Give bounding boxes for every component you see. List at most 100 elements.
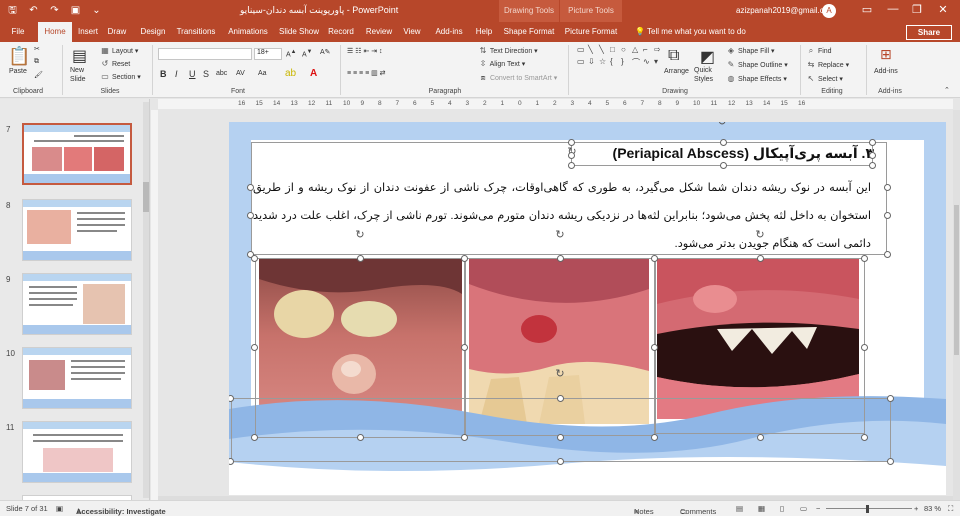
thumbnail-slide-8[interactable]: [22, 199, 132, 261]
tab-transitions[interactable]: Transitions: [174, 22, 218, 42]
slide-sorter-icon[interactable]: ▦: [758, 504, 765, 513]
font-size-input[interactable]: 18+: [254, 48, 282, 60]
more-qat-icon[interactable]: ⌄: [90, 4, 103, 17]
resize-handle[interactable]: [247, 184, 254, 191]
underline-button[interactable]: U: [189, 69, 196, 79]
resize-handle[interactable]: [869, 139, 876, 146]
resize-handle[interactable]: [357, 434, 364, 441]
rect-shape-icon[interactable]: □: [610, 45, 621, 57]
resize-handle[interactable]: [651, 255, 658, 262]
grow-font-icon[interactable]: A▲: [286, 49, 296, 58]
wave-selection[interactable]: [231, 398, 891, 462]
quick-styles-button[interactable]: Quick Styles: [694, 66, 722, 84]
tell-me-box[interactable]: 💡 Tell me what you want to do: [635, 22, 746, 42]
bracket-shape-icon[interactable]: }: [621, 57, 632, 69]
rect-shape-icon[interactable]: ▭: [577, 57, 588, 69]
reset-button[interactable]: ↺ Reset: [100, 59, 131, 69]
resize-handle[interactable]: [861, 255, 868, 262]
thumbnail-slide-7[interactable]: [22, 123, 132, 185]
canvas-vertical-scrollbar[interactable]: [953, 110, 960, 500]
tab-record[interactable]: Record: [326, 22, 356, 42]
resize-handle[interactable]: [557, 458, 564, 465]
resize-handle[interactable]: [757, 434, 764, 441]
scroll-thumb[interactable]: [143, 182, 149, 212]
font-name-input[interactable]: [158, 48, 252, 60]
resize-handle[interactable]: [887, 395, 894, 402]
start-slideshow-icon[interactable]: ▣: [69, 4, 82, 17]
text-direction-button[interactable]: ⇅ Text Direction ▾: [478, 46, 538, 56]
restore-button[interactable]: ❐: [908, 3, 926, 16]
bold-button[interactable]: B: [160, 69, 167, 79]
line-shape-icon[interactable]: ⌐: [643, 45, 654, 57]
tab-home[interactable]: Home: [38, 22, 72, 42]
zoom-slider[interactable]: [826, 508, 912, 509]
shape-fill-button[interactable]: ◈ Shape Fill ▾: [726, 46, 775, 56]
fit-slide-icon[interactable]: ⛶: [948, 504, 953, 514]
change-case-button[interactable]: Aa: [258, 70, 267, 77]
resize-handle[interactable]: [247, 212, 254, 219]
tab-design[interactable]: Design: [138, 22, 168, 42]
star-shape-icon[interactable]: ☆: [599, 57, 610, 69]
bracket-shape-icon[interactable]: {: [610, 57, 621, 69]
oval-shape-icon[interactable]: ○: [621, 45, 632, 57]
tab-slide-show[interactable]: Slide Show: [277, 22, 321, 42]
arrow-shape-icon[interactable]: ⇩: [588, 57, 599, 69]
resize-handle[interactable]: [884, 184, 891, 191]
thumbnails-scrollbar[interactable]: [143, 102, 149, 498]
curve-shape-icon[interactable]: ∿: [643, 57, 654, 69]
quick-styles-icon[interactable]: ◩: [700, 47, 715, 67]
font-color-icon[interactable]: A: [310, 68, 317, 79]
spellcheck-icon[interactable]: ▣: [56, 504, 63, 513]
addins-button[interactable]: Add-ins: [874, 68, 898, 75]
resize-handle[interactable]: [251, 344, 258, 351]
scroll-thumb[interactable]: [954, 205, 959, 355]
slideshow-view-icon[interactable]: ▭: [800, 504, 807, 513]
shadow-button[interactable]: abc: [216, 70, 227, 77]
ribbon-display-icon[interactable]: ▭: [858, 3, 876, 16]
clear-format-icon[interactable]: A✎: [320, 48, 331, 56]
zoom-level[interactable]: 83 %: [924, 504, 941, 513]
line-shape-icon[interactable]: ╲: [588, 45, 599, 57]
resize-handle[interactable]: [884, 212, 891, 219]
rotate-handle-icon[interactable]: ↻: [754, 229, 766, 241]
resize-handle[interactable]: [568, 139, 575, 146]
shape-outline-button[interactable]: ✎ Shape Outline ▾: [726, 60, 788, 70]
tab-view[interactable]: View: [400, 22, 424, 42]
resize-handle[interactable]: [557, 395, 564, 402]
arrange-icon[interactable]: ⧉: [668, 47, 679, 65]
slide-7[interactable]: ۳. آبسه پری‌آپیکال (Periapical Abscess) …: [229, 122, 946, 495]
find-button[interactable]: ⌕ Find: [806, 46, 832, 56]
line-shape-icon[interactable]: ╲: [599, 45, 610, 57]
resize-handle[interactable]: [651, 344, 658, 351]
rotate-handle-icon[interactable]: ↻: [554, 368, 566, 380]
format-painter-icon[interactable]: 🖌: [34, 71, 43, 79]
resize-handle[interactable]: [720, 162, 727, 169]
zoom-out-icon[interactable]: −: [816, 504, 820, 513]
highlight-icon[interactable]: ab: [285, 68, 296, 79]
shrink-font-icon[interactable]: A▼: [302, 49, 312, 58]
resize-handle[interactable]: [568, 152, 575, 159]
avatar[interactable]: A: [822, 4, 836, 18]
triangle-shape-icon[interactable]: △: [632, 45, 643, 57]
bullets-icon[interactable]: ☰ ☷ ⇤ ⇥ ↕: [347, 47, 383, 55]
collapse-ribbon-icon[interactable]: ⌃: [944, 86, 950, 94]
resize-handle[interactable]: [568, 162, 575, 169]
resize-handle[interactable]: [757, 255, 764, 262]
copy-icon[interactable]: ⧉: [34, 58, 39, 66]
normal-view-icon[interactable]: ▤: [736, 504, 743, 513]
section-button[interactable]: ▭ Section ▾: [100, 72, 141, 82]
redo-icon[interactable]: ↷: [48, 4, 61, 17]
reading-view-icon[interactable]: ▯: [780, 504, 784, 513]
resize-handle[interactable]: [557, 255, 564, 262]
tab-shape-format[interactable]: Shape Format: [502, 22, 556, 42]
resize-handle[interactable]: [869, 162, 876, 169]
resize-handle[interactable]: [861, 344, 868, 351]
tab-help[interactable]: Help: [472, 22, 496, 42]
italic-button[interactable]: I: [175, 69, 178, 79]
resize-handle[interactable]: [720, 139, 727, 146]
resize-handle[interactable]: [461, 344, 468, 351]
paste-button[interactable]: Paste: [9, 68, 27, 75]
arrange-button[interactable]: Arrange: [664, 68, 689, 75]
shape-effects-button[interactable]: ◍ Shape Effects ▾: [726, 74, 787, 84]
cut-icon[interactable]: ✂: [34, 45, 40, 53]
